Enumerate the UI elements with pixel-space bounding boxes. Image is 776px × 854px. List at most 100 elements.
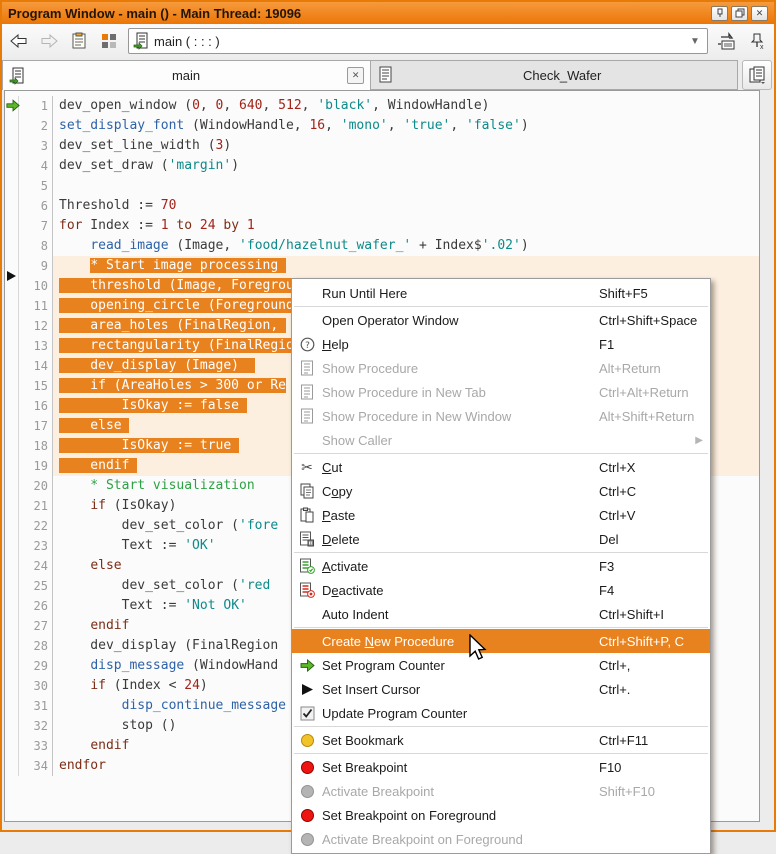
breakpoint-margin[interactable]: [5, 716, 19, 736]
code-text[interactable]: * Start image processing: [53, 256, 759, 276]
menu-item-open-operator-window[interactable]: Open Operator WindowCtrl+Shift+Space: [292, 308, 710, 332]
menu-item-cut[interactable]: ✂CutCtrl+X: [292, 455, 710, 479]
code-text[interactable]: for Index := 1 to 24 by 1: [53, 216, 759, 236]
breakpoint-margin[interactable]: [5, 196, 19, 216]
line-number: 24: [19, 556, 53, 576]
close-window-button[interactable]: ✕: [751, 6, 768, 21]
cut-icon: ✂: [292, 459, 322, 476]
menu-item-run-until-here[interactable]: Run Until HereShift+F5: [292, 281, 710, 305]
breakpoint-margin[interactable]: [5, 696, 19, 716]
code-line-3[interactable]: 3dev_set_line_width (3): [5, 136, 759, 156]
back-button[interactable]: [8, 30, 30, 52]
code-text[interactable]: set_display_font (WindowHandle, 16, 'mon…: [53, 116, 759, 136]
procedure-combobox[interactable]: main ( : : : ) ▼: [128, 28, 708, 54]
menu-item-set-insert-cursor[interactable]: Set Insert CursorCtrl+.: [292, 677, 710, 701]
line-number: 20: [19, 476, 53, 496]
breakpoint-margin[interactable]: [5, 616, 19, 636]
grid-button[interactable]: [98, 30, 120, 52]
svg-text:?: ?: [305, 341, 310, 351]
breakpoint-margin[interactable]: [5, 436, 19, 456]
tab-list-button[interactable]: [742, 60, 772, 90]
forward-button[interactable]: [38, 30, 60, 52]
breakpoint-margin[interactable]: [5, 496, 19, 516]
code-text[interactable]: Threshold := 70: [53, 196, 759, 216]
breakpoint-margin[interactable]: [5, 676, 19, 696]
menu-item-auto-indent[interactable]: Auto IndentCtrl+Shift+I: [292, 602, 710, 626]
breakpoint-margin[interactable]: [5, 116, 19, 136]
menu-item-update-program-counter[interactable]: Update Program Counter: [292, 701, 710, 725]
code-text[interactable]: dev_set_draw ('margin'): [53, 156, 759, 176]
breakpoint-margin[interactable]: [5, 576, 19, 596]
breakpoint-margin[interactable]: [5, 656, 19, 676]
code-line-4[interactable]: 4dev_set_draw ('margin'): [5, 156, 759, 176]
menu-item-paste[interactable]: PasteCtrl+V: [292, 503, 710, 527]
tab-check-wafer[interactable]: Check_Wafer: [371, 60, 738, 90]
code-segment: * Start visualization: [59, 478, 255, 493]
breakpoint-margin[interactable]: [5, 736, 19, 756]
program-clipboard-button[interactable]: [68, 30, 90, 52]
menu-item-set-breakpoint-on-foreground[interactable]: Set Breakpoint on Foreground: [292, 803, 710, 827]
jump-to-operator-button[interactable]: [716, 30, 738, 52]
menu-item-set-bookmark[interactable]: Set BookmarkCtrl+F11: [292, 728, 710, 752]
breakpoint-margin[interactable]: [5, 456, 19, 476]
menu-item-create-new-procedure[interactable]: Create New ProcedureCtrl+Shift+P, C: [292, 629, 710, 653]
code-text[interactable]: read_image (Image, 'food/hazelnut_wafer_…: [53, 236, 759, 256]
breakpoint-margin[interactable]: [5, 596, 19, 616]
code-line-8[interactable]: 8 read_image (Image, 'food/hazelnut_wafe…: [5, 236, 759, 256]
breakpoint-margin[interactable]: [5, 236, 19, 256]
code-segment: * Start image processing: [90, 258, 286, 273]
breakpoint-margin[interactable]: [5, 156, 19, 176]
breakpoint-margin[interactable]: [5, 336, 19, 356]
code-text[interactable]: [53, 176, 759, 196]
code-text[interactable]: dev_set_line_width (3): [53, 136, 759, 156]
breakpoint-margin[interactable]: [5, 176, 19, 196]
menu-item-deactivate[interactable]: DeactivateF4: [292, 578, 710, 602]
code-segment: 0: [192, 98, 200, 113]
breakpoint-margin[interactable]: [5, 516, 19, 536]
code-line-1[interactable]: 1dev_open_window (0, 0, 640, 512, 'black…: [5, 96, 759, 116]
menu-item-set-breakpoint[interactable]: Set BreakpointF10: [292, 755, 710, 779]
line-number: 28: [19, 636, 53, 656]
menu-item-help[interactable]: ?HelpF1: [292, 332, 710, 356]
breakpoint-margin[interactable]: [5, 756, 19, 776]
breakpoint-margin[interactable]: [5, 636, 19, 656]
menu-item-activate[interactable]: ActivateF3: [292, 554, 710, 578]
breakpoint-margin[interactable]: [5, 296, 19, 316]
breakpoint-margin[interactable]: [5, 476, 19, 496]
code-line-6[interactable]: 6Threshold := 70: [5, 196, 759, 216]
tab-main[interactable]: main ✕: [2, 60, 371, 90]
code-line-2[interactable]: 2set_display_font (WindowHandle, 16, 'mo…: [5, 116, 759, 136]
menu-item-copy[interactable]: CopyCtrl+C: [292, 479, 710, 503]
procedure-main-icon: [133, 32, 149, 50]
code-line-7[interactable]: 7for Index := 1 to 24 by 1: [5, 216, 759, 236]
pin-window-button[interactable]: [711, 6, 728, 21]
breakpoint-disabled-icon: [292, 784, 322, 799]
menu-item-delete[interactable]: DeleteDel: [292, 527, 710, 551]
breakpoint-margin[interactable]: [5, 396, 19, 416]
breakpoint-margin[interactable]: [5, 376, 19, 396]
breakpoint-margin[interactable]: [5, 416, 19, 436]
procedure-combo-value: main ( : : : ): [154, 34, 682, 49]
chevron-down-icon[interactable]: ▼: [687, 36, 703, 47]
title-bar: Program Window - main () - Main Thread: …: [2, 2, 774, 24]
breakpoint-margin[interactable]: [5, 356, 19, 376]
line-number: 15: [19, 376, 53, 396]
breakpoint-margin[interactable]: [5, 556, 19, 576]
menu-item-label: Auto Indent: [322, 607, 389, 622]
code-line-9[interactable]: 9 * Start image processing: [5, 256, 759, 276]
grid-icon: [100, 32, 118, 50]
restore-window-button[interactable]: [731, 6, 748, 21]
code-text[interactable]: dev_open_window (0, 0, 640, 512, 'black'…: [53, 96, 759, 116]
breakpoint-margin[interactable]: [5, 536, 19, 556]
breakpoint-margin[interactable]: [5, 216, 19, 236]
menu-item-show-procedure-in-new-window: Show Procedure in New WindowAlt+Shift+Re…: [292, 404, 710, 428]
breakpoint-icon: [292, 808, 322, 823]
tab-close-button[interactable]: ✕: [347, 67, 364, 84]
breakpoint-margin[interactable]: [5, 136, 19, 156]
code-segment: 'red: [239, 578, 270, 593]
code-line-5[interactable]: 5: [5, 176, 759, 196]
menu-item-set-program-counter[interactable]: Set Program CounterCtrl+,: [292, 653, 710, 677]
unpin-button[interactable]: x: [746, 30, 768, 52]
code-segment: [59, 738, 90, 753]
breakpoint-margin[interactable]: [5, 316, 19, 336]
